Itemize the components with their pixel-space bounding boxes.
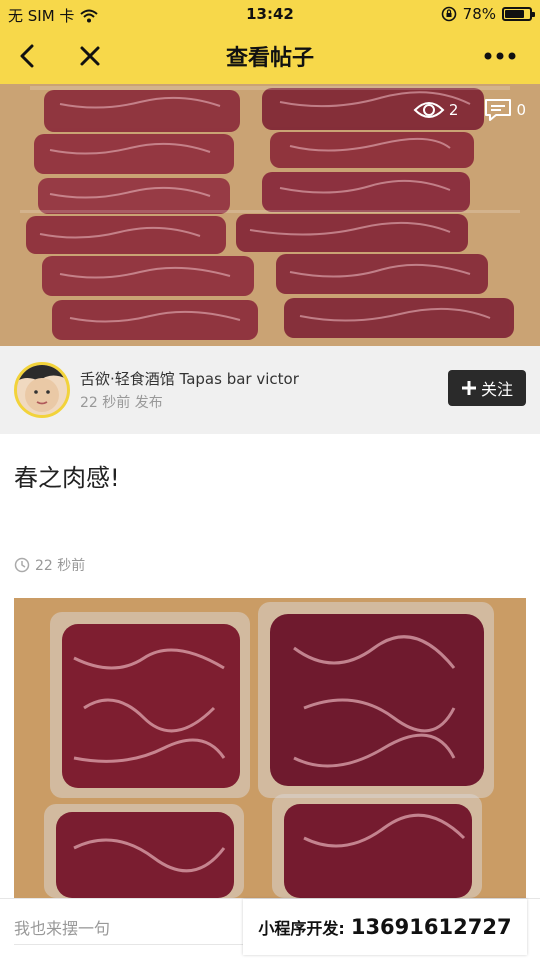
more-button[interactable] (480, 38, 520, 74)
author-name[interactable]: 舌欲·轻食酒馆 Tapas bar victor (80, 368, 299, 389)
promo-banner: 小程序开发: 13691612727 (243, 899, 527, 955)
avatar[interactable] (14, 362, 70, 418)
eye-icon (413, 102, 445, 118)
follow-label: 关注 (480, 380, 513, 399)
page-title: 查看帖子 (225, 46, 314, 71)
author-row: 舌欲·轻食酒馆 Tapas bar victor 22 秒前 发布 关注 (0, 346, 540, 434)
status-bar: 无 SIM 卡 13:42 78% (0, 0, 540, 28)
comment-bar: 我也来摆一句 小程序开发: 13691612727 (0, 898, 540, 960)
follow-button[interactable]: 关注 (448, 370, 526, 406)
post-image[interactable] (14, 598, 526, 898)
rotation-lock-icon (441, 6, 456, 22)
hero-stats: 2 0 (413, 98, 526, 122)
nav-bar: 查看帖子 (0, 28, 540, 84)
views-stat: 2 (413, 100, 459, 120)
promo-label: 小程序开发: (258, 919, 345, 938)
more-icon (484, 52, 516, 60)
hero-image[interactable]: 2 0 (0, 84, 540, 346)
status-right: 78% (441, 5, 535, 23)
plus-icon (461, 381, 476, 395)
battery-fill (505, 10, 524, 18)
comment-icon (485, 99, 512, 121)
avatar-photo (17, 365, 67, 415)
post-time-text: 22 秒前 (35, 558, 86, 574)
author-post-time: 22 秒前 发布 (80, 395, 163, 411)
comments-stat: 0 (484, 98, 526, 122)
steaks-closeup-photo (14, 598, 526, 898)
views-count: 2 (448, 101, 459, 119)
comment-input[interactable]: 我也来摆一句 (14, 915, 244, 945)
promo-phone: 13691612727 (350, 915, 512, 939)
clock-icon (14, 557, 30, 573)
comments-count: 0 (516, 101, 526, 119)
post-time: 22 秒前 (14, 555, 85, 575)
steaks-photo (0, 84, 540, 346)
battery-icon (502, 7, 535, 21)
battery-percent: 78% (462, 5, 496, 23)
post-title: 春之肉感! (14, 464, 120, 492)
